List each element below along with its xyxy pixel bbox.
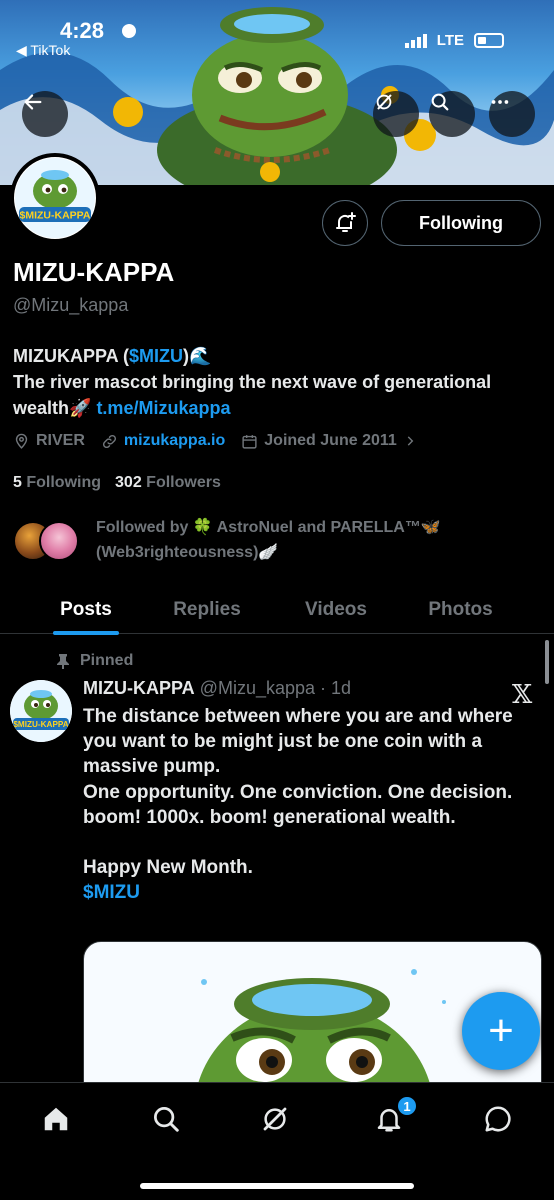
post-body: The distance between where you are and w… — [83, 704, 523, 906]
website-link[interactable]: mizukappa.io — [124, 432, 225, 450]
notify-bell-button[interactable] — [322, 200, 368, 246]
status-indicators: LTE — [404, 32, 504, 49]
bio-text: )🌊 — [183, 346, 212, 366]
home-icon — [44, 1107, 68, 1131]
post-cashtag-link[interactable]: $MIZU — [83, 882, 140, 903]
follower-avatar — [39, 521, 79, 561]
tab-videos[interactable]: Videos — [242, 585, 430, 634]
scrollbar[interactable] — [545, 640, 549, 684]
tab-replies[interactable]: Replies — [172, 585, 242, 634]
focus-indicator-icon — [122, 24, 136, 38]
notifications-badge: 1 — [396, 1095, 418, 1117]
post-handle-time: @Mizu_kappa · 1d — [199, 678, 352, 698]
grok-nav-icon — [263, 1107, 287, 1131]
back-button[interactable] — [22, 91, 68, 137]
profile-joined[interactable]: Joined June 2011 — [241, 432, 417, 450]
grok-icon — [376, 94, 392, 110]
bio-text: The river mascot bringing the next wave … — [13, 372, 492, 418]
profile-tabs: Posts Replies Videos Photos — [0, 585, 554, 634]
status-time: 4:28 — [60, 18, 105, 43]
follow-counts: 5 Following 302 Followers — [13, 474, 221, 492]
more-options-button[interactable] — [489, 91, 535, 137]
more-icon — [491, 100, 509, 104]
profile-location: RIVER — [13, 432, 85, 450]
tab-posts[interactable]: Posts — [0, 585, 172, 634]
profile-avatar[interactable]: $MIZU-KAPPA — [10, 153, 100, 243]
profile-banner[interactable]: 4:28 ◀ TikTok LTE — [0, 0, 554, 185]
post-text: The distance between where you are and w… — [83, 706, 513, 879]
bio-telegram-link[interactable]: t.me/Mizukappa — [96, 398, 230, 418]
following-count-link[interactable]: 5 Following — [13, 474, 101, 492]
post-header[interactable]: MIZU-KAPPA @Mizu_kappa · 1d — [83, 678, 351, 699]
followed-by-section[interactable]: Followed by 🍀 AstroNuel and PARELLA™🦋 (W… — [13, 515, 543, 567]
search-icon — [431, 93, 449, 111]
link-icon — [102, 434, 116, 448]
pinned-text: Pinned — [80, 652, 134, 669]
search-button[interactable] — [429, 91, 475, 137]
nav-grok-button[interactable] — [257, 1101, 293, 1137]
profile-handle: @Mizu_kappa — [13, 295, 129, 315]
pin-icon — [57, 654, 69, 669]
avatar-logo: $MIZU-KAPPA — [15, 158, 95, 238]
nav-home-button[interactable] — [38, 1101, 74, 1137]
search-nav-icon — [154, 1107, 179, 1132]
back-arrow-icon — [24, 94, 42, 110]
calendar-icon — [242, 434, 257, 449]
profile-meta: RIVER mizukappa.io Joined June 2011 — [13, 432, 417, 450]
post-author-name[interactable]: MIZU-KAPPA — [83, 678, 195, 698]
compose-post-button[interactable]: + — [462, 992, 540, 1070]
bio-cashtag-link[interactable]: $MIZU — [129, 346, 183, 366]
nav-messages-button[interactable] — [480, 1101, 516, 1137]
battery-icon — [474, 33, 504, 48]
post-author-avatar[interactable]: $MIZU-KAPPA — [10, 680, 72, 742]
avatar-text: $MIZU-KAPPA — [20, 210, 91, 222]
home-indicator[interactable] — [140, 1183, 414, 1189]
signal-icon — [404, 33, 427, 48]
back-to-app-link[interactable]: ◀ TikTok — [16, 42, 70, 59]
bio-text: MIZUKAPPA ( — [13, 346, 129, 366]
profile-website[interactable]: mizukappa.io — [101, 432, 225, 450]
nav-search-button[interactable] — [148, 1101, 184, 1137]
location-icon — [15, 433, 28, 449]
post-avatar-text: $MIZU-KAPPA — [13, 720, 68, 729]
profile-bio: MIZUKAPPA ($MIZU)🌊 The river mascot brin… — [13, 343, 543, 421]
followed-by-text: Followed by 🍀 AstroNuel and PARELLA™🦋 (W… — [96, 519, 441, 561]
pinned-label: Pinned — [56, 652, 133, 670]
chevron-right-icon — [407, 436, 414, 446]
tab-photos[interactable]: Photos — [428, 585, 492, 634]
followers-count-link[interactable]: 302 Followers — [115, 474, 221, 492]
following-button[interactable]: Following — [381, 200, 541, 246]
location-text: RIVER — [36, 432, 85, 449]
profile-display-name: MIZU-KAPPA — [13, 257, 175, 287]
bell-plus-icon — [336, 212, 356, 232]
joined-text: Joined June 2011 — [264, 432, 397, 449]
grok-button[interactable] — [373, 91, 419, 137]
messages-icon — [485, 1106, 511, 1132]
network-type: LTE — [436, 32, 464, 49]
post-avatar-logo: $MIZU-KAPPA — [10, 680, 72, 742]
